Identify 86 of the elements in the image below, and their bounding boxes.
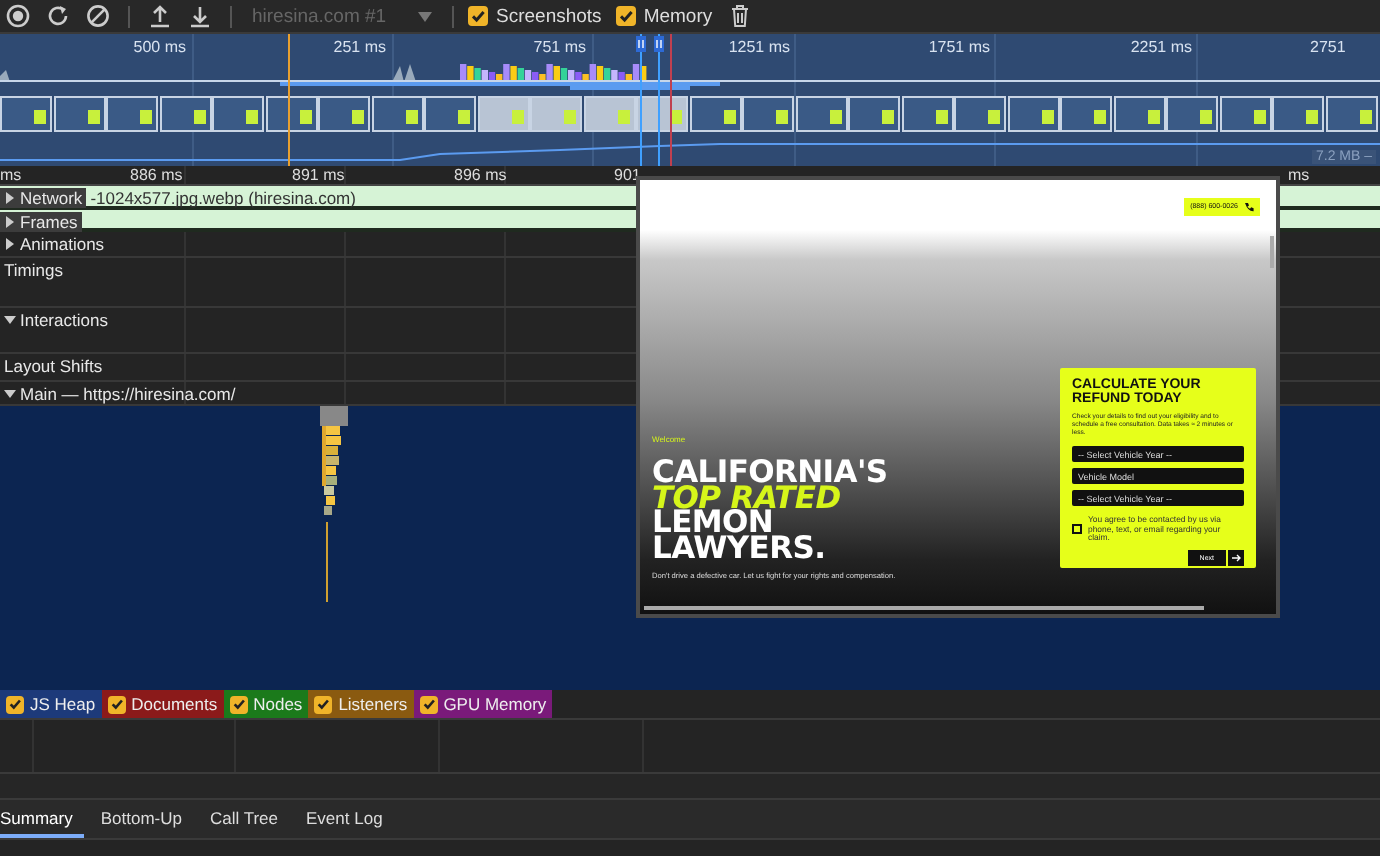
tab[interactable]: Event Log [294, 800, 395, 838]
time-label: 751 ms [533, 38, 586, 56]
time-label: 2251 ms [1130, 38, 1192, 56]
track-header[interactable]: Animations [0, 234, 109, 254]
counter-toggle[interactable]: Documents [101, 690, 224, 718]
screenshot-thumbnail[interactable] [1113, 96, 1165, 132]
headline-text: LAWYERS. [652, 535, 828, 560]
time-marker [670, 34, 672, 166]
time-label: 886 ms [130, 166, 183, 184]
screenshot-thumbnail[interactable] [901, 96, 953, 132]
counter-toggle[interactable]: Listeners [308, 690, 414, 718]
screenshot-thumbnail[interactable] [477, 96, 529, 132]
screenshot-thumbnail[interactable] [53, 96, 105, 132]
expand-arrow-icon[interactable] [4, 216, 16, 228]
screenshot-thumbnail[interactable] [848, 96, 900, 132]
time-label: 500 ms [133, 38, 186, 56]
screenshot-thumbnail[interactable] [583, 96, 635, 132]
arrow-icon [1228, 549, 1244, 566]
screenshot-thumbnail[interactable] [106, 96, 158, 132]
screenshot-thumbnail[interactable] [0, 96, 52, 132]
screenshot-thumbnail[interactable] [212, 96, 264, 132]
screenshot-thumbnail[interactable] [1060, 96, 1112, 132]
trash-icon[interactable] [730, 4, 751, 28]
screenshot-thumbnail[interactable] [1325, 96, 1377, 132]
selection-handle-icon[interactable] [636, 36, 646, 52]
headline-text: CALIFORNIA'S [652, 460, 890, 485]
record-icon[interactable] [6, 4, 30, 28]
counter-toggle[interactable]: GPU Memory [413, 690, 553, 718]
collapse-arrow-icon[interactable] [4, 314, 16, 326]
time-label: 896 ms [454, 166, 507, 184]
track-header[interactable]: Main — https://hiresina.com/ [0, 384, 240, 404]
checkbox[interactable] [314, 695, 333, 713]
scrollbar [1270, 236, 1274, 268]
time-label: ms [0, 166, 22, 184]
screenshot-thumbnail[interactable] [1219, 96, 1271, 132]
headline-text: TOP RATED [652, 485, 841, 510]
track-header[interactable]: Interactions [0, 310, 112, 330]
upload-icon[interactable] [148, 4, 172, 28]
screenshot-thumbnail[interactable] [1007, 96, 1059, 132]
tab[interactable]: Call Tree [198, 800, 291, 838]
track-header[interactable]: Layout Shifts [0, 356, 107, 376]
screenshot-thumbnail[interactable] [159, 96, 211, 132]
track-header[interactable]: Timings [0, 260, 67, 280]
caret-icon[interactable] [418, 11, 432, 21]
tab[interactable]: Bottom-Up [88, 800, 194, 838]
collapse-arrow-icon[interactable] [4, 388, 16, 400]
checkbox-label[interactable]: Memory [643, 5, 713, 27]
checkbox[interactable] [229, 695, 248, 713]
screenshot-thumbnail[interactable] [424, 96, 476, 132]
download-icon[interactable] [188, 4, 212, 28]
time-marker [288, 34, 290, 166]
checkbox[interactable] [107, 695, 126, 713]
headline-text: LEMON [652, 510, 774, 535]
screenshot-thumbnail[interactable] [742, 96, 794, 132]
checkbox-label[interactable]: Screenshots [496, 5, 602, 27]
network-request[interactable]: -1024x577.jpg.webp (hiresina.com) [90, 188, 356, 208]
time-label: ms [1288, 166, 1310, 184]
screenshot-thumbnail[interactable] [265, 96, 317, 132]
screenshot-thumbnail[interactable] [689, 96, 741, 132]
time-label: 2751 [1310, 38, 1346, 56]
expand-arrow-icon[interactable] [4, 192, 16, 204]
checkbox[interactable] [468, 6, 488, 26]
screenshot-thumbnail[interactable] [371, 96, 423, 132]
expand-arrow-icon[interactable] [4, 238, 16, 250]
counter-toggle[interactable]: JS Heap [0, 690, 102, 718]
time-label: 891 ms [292, 166, 345, 184]
screenshot-thumbnail[interactable] [795, 96, 847, 132]
checkbox[interactable] [615, 6, 636, 26]
reload-icon[interactable] [46, 4, 70, 28]
time-label: 251 ms [333, 38, 386, 56]
track-header[interactable]: Network [0, 188, 87, 208]
screenshot-thumbnail[interactable] [318, 96, 370, 132]
tab[interactable]: Summary [0, 800, 85, 838]
time-label: 1751 ms [928, 38, 990, 56]
screenshot-thumbnail[interactable] [954, 96, 1006, 132]
time-label: 1251 ms [728, 38, 790, 56]
selection-handle-icon[interactable] [654, 36, 664, 52]
screenshot-thumbnail[interactable] [530, 96, 582, 132]
counter-toggle[interactable]: Nodes [223, 690, 309, 718]
screenshot-thumbnail[interactable] [1272, 96, 1324, 132]
checkbox[interactable] [419, 695, 438, 713]
screenshot-thumbnail[interactable] [1166, 96, 1218, 132]
clear-icon[interactable] [86, 4, 110, 28]
phone-icon [1244, 201, 1254, 211]
checkbox[interactable] [6, 695, 24, 713]
track-header[interactable]: Frames [0, 212, 82, 232]
